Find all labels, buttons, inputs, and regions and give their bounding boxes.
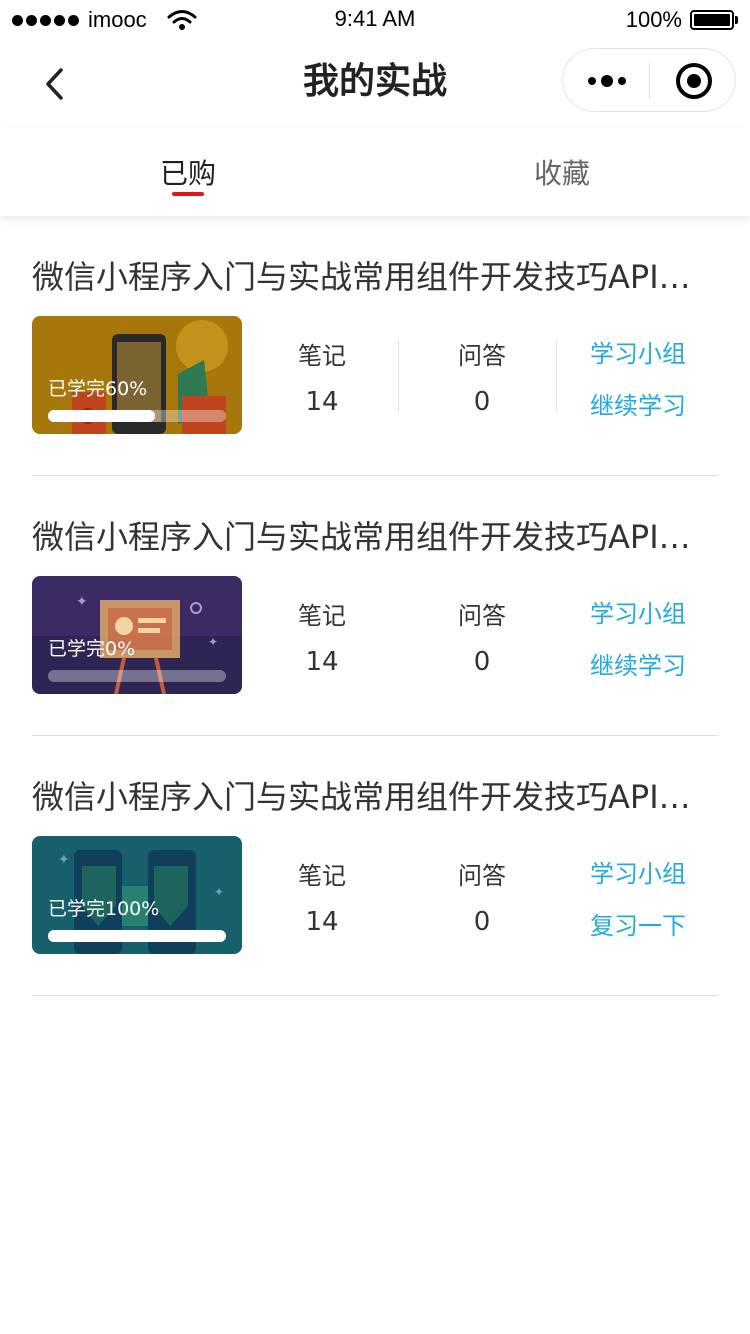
notes-count: 14	[305, 907, 339, 937]
course-item[interactable]: 微信小程序入门与实战常用组件开发技巧API… ✦ ✦ 已学完0% 笔记 14 问…	[32, 476, 718, 736]
course-item[interactable]: 微信小程序入门与实战常用组件开发技巧API… ✦ ✦ 已学完100% 笔记 14…	[32, 736, 718, 996]
progress-text: 已学完60%	[48, 378, 148, 400]
qa-label: 问答	[458, 602, 506, 630]
progress-bar	[48, 930, 226, 942]
target-icon	[675, 63, 712, 99]
tab-purchased-label: 已购	[159, 157, 216, 190]
notes-label: 笔记	[298, 602, 346, 630]
notes-count: 14	[305, 647, 339, 677]
back-button[interactable]	[30, 60, 78, 108]
study-group-link[interactable]: 学习小组	[590, 594, 686, 629]
progress-text: 已学完0%	[48, 638, 136, 660]
qa-count: 0	[473, 647, 491, 677]
more-icon	[587, 77, 596, 85]
nav-bar: 我的实战	[0, 40, 750, 128]
chevron-left-icon	[46, 68, 63, 100]
tab-bar: 已购 收藏	[0, 128, 750, 216]
qa-stat[interactable]: 问答 0	[422, 856, 542, 937]
tab-favorites-label: 收藏	[533, 157, 590, 190]
qa-count: 0	[473, 907, 491, 937]
qa-stat[interactable]: 问答 0	[422, 596, 542, 677]
tab-favorites[interactable]: 收藏	[462, 128, 662, 216]
svg-text:✦: ✦	[208, 635, 218, 649]
course-thumbnail[interactable]: ✦ ✦ 已学完0%	[32, 576, 242, 694]
course-thumbnail[interactable]: ✦ ✦ 已学完100%	[32, 836, 242, 954]
close-mini-program-button[interactable]	[650, 49, 737, 113]
svg-text:✦: ✦	[76, 594, 88, 610]
progress-fill	[48, 410, 155, 422]
qa-count: 0	[473, 387, 491, 417]
more-button[interactable]	[563, 49, 650, 113]
qa-label: 问答	[458, 342, 506, 370]
continue-learning-link[interactable]: 继续学习	[590, 386, 686, 421]
notes-stat[interactable]: 笔记 14	[262, 596, 382, 677]
notes-count: 14	[305, 387, 339, 417]
course-title: 微信小程序入门与实战常用组件开发技巧API…	[32, 778, 691, 816]
course-item[interactable]: 微信小程序入门与实战常用组件开发技巧API… 已学完60% 笔记 14 问答 0…	[32, 216, 718, 476]
stat-divider	[556, 340, 557, 412]
progress-bar	[48, 670, 226, 682]
status-bar: imooc 9:41 AM 100%	[0, 0, 750, 40]
tab-active-indicator	[172, 192, 204, 196]
review-link[interactable]: 复习一下	[590, 906, 686, 941]
study-group-link[interactable]: 学习小组	[590, 334, 686, 369]
stat-divider	[398, 340, 399, 412]
notes-stat[interactable]: 笔记 14	[262, 336, 382, 417]
mini-program-capsule	[562, 48, 736, 112]
svg-text:✦: ✦	[214, 885, 224, 899]
study-group-link[interactable]: 学习小组	[590, 854, 686, 889]
continue-learning-link[interactable]: 继续学习	[590, 646, 686, 681]
qa-stat[interactable]: 问答 0	[422, 336, 542, 417]
course-title: 微信小程序入门与实战常用组件开发技巧API…	[32, 518, 691, 556]
course-title: 微信小程序入门与实战常用组件开发技巧API…	[32, 258, 691, 296]
course-thumbnail[interactable]: 已学完60%	[32, 316, 242, 434]
qa-label: 问答	[458, 862, 506, 890]
progress-fill	[48, 930, 226, 942]
status-right: 100%	[626, 6, 738, 34]
battery-percentage: 100%	[625, 7, 682, 32]
notes-label: 笔记	[298, 862, 346, 890]
svg-text:✦: ✦	[58, 852, 70, 868]
battery-icon	[690, 10, 738, 30]
progress-text: 已学完100%	[48, 898, 160, 920]
notes-label: 笔记	[298, 342, 346, 370]
tab-purchased[interactable]: 已购	[88, 128, 288, 216]
notes-stat[interactable]: 笔记 14	[262, 856, 382, 937]
progress-bar	[48, 410, 226, 422]
